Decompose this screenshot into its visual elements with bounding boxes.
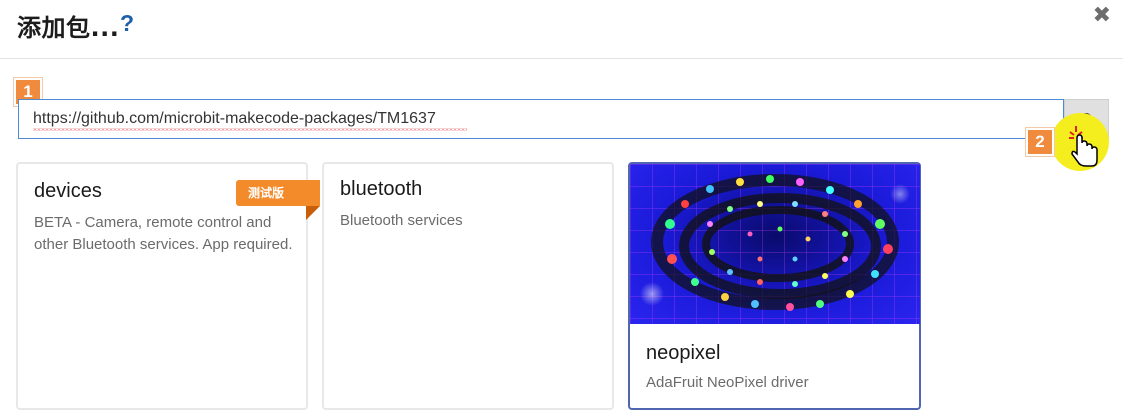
package-card-bluetooth[interactable]: bluetooth Bluetooth services bbox=[322, 162, 614, 410]
package-title: devices bbox=[34, 180, 102, 202]
help-icon[interactable]: ? bbox=[120, 10, 134, 37]
spellcheck-underline bbox=[33, 128, 467, 131]
search-box bbox=[18, 99, 1064, 139]
dialog-header: 添加包... ? ✖ bbox=[0, 0, 1123, 59]
hand-cursor-icon bbox=[1069, 126, 1098, 167]
package-title: neopixel bbox=[646, 342, 721, 364]
step-marker-2: 2 bbox=[1026, 128, 1054, 156]
beta-badge: 测试版 bbox=[236, 180, 320, 206]
package-description: AdaFruit NeoPixel driver bbox=[646, 374, 809, 391]
package-description: BETA - Camera, remote control and other … bbox=[34, 214, 293, 253]
dialog-title: 添加包... bbox=[17, 14, 120, 42]
search-input[interactable] bbox=[19, 100, 1063, 138]
package-description: Bluetooth services bbox=[340, 212, 463, 229]
beta-badge-fold bbox=[306, 206, 320, 220]
package-title: bluetooth bbox=[340, 178, 423, 200]
close-icon[interactable]: ✖ bbox=[1093, 3, 1111, 28]
package-card-neopixel[interactable]: neopixel AdaFruit NeoPixel driver bbox=[628, 162, 921, 410]
neopixel-image bbox=[630, 164, 920, 324]
